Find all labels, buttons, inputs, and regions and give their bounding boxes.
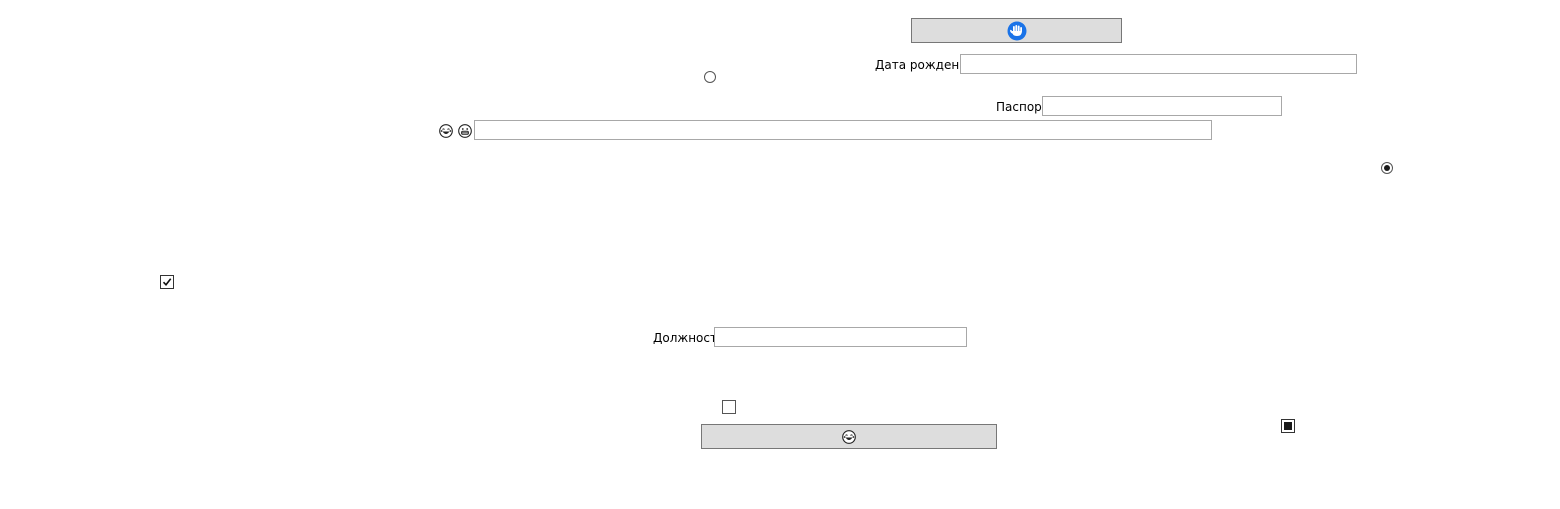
top-icon-button[interactable]	[911, 18, 1122, 43]
passport-field[interactable]	[1042, 96, 1282, 116]
radio-right[interactable]	[1381, 162, 1393, 174]
passport-label: Паспорт	[996, 100, 1049, 114]
grinning-face-icon	[458, 124, 472, 138]
checkbox-left[interactable]	[160, 275, 174, 289]
radio-left[interactable]	[704, 71, 716, 83]
laughing-face-icon	[842, 430, 856, 444]
wide-text-field[interactable]	[474, 120, 1212, 140]
bottom-icon-button[interactable]	[701, 424, 997, 449]
blue-hand-icon	[1007, 21, 1027, 41]
checkbox-right[interactable]	[1281, 419, 1295, 433]
checkmark-icon	[162, 278, 172, 287]
position-field[interactable]	[714, 327, 967, 347]
checkbox-middle[interactable]	[722, 400, 736, 414]
birth-date-field[interactable]	[960, 54, 1357, 74]
laughing-face-icon	[439, 124, 453, 138]
